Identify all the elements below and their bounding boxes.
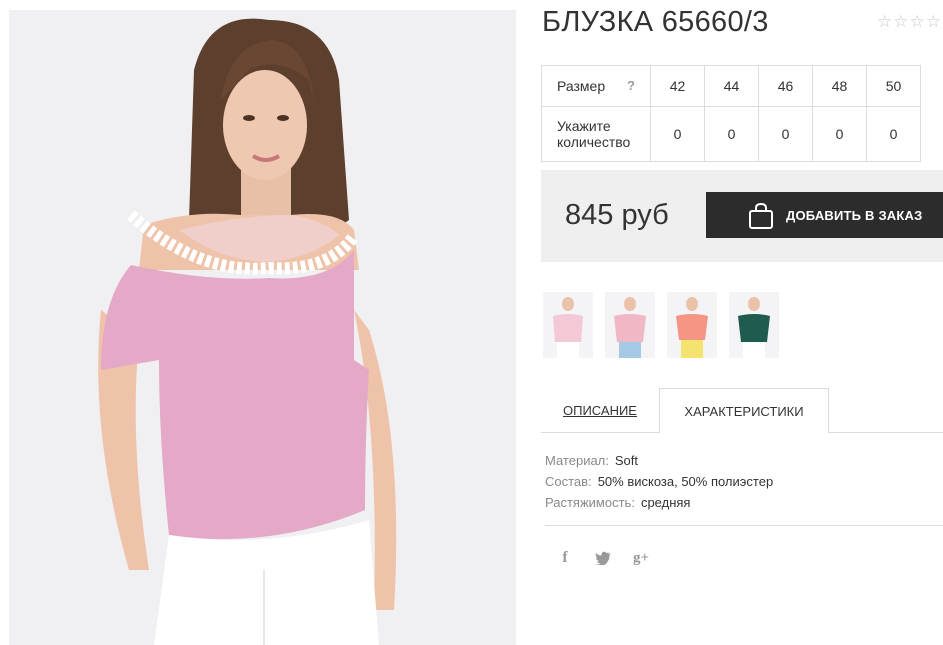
model-illustration [9, 10, 516, 645]
thumbnail[interactable] [667, 292, 717, 358]
size-table: Размер ? 42 44 46 48 50 Укажите количест… [541, 65, 921, 162]
quantity-input[interactable]: 0 [866, 106, 921, 162]
star-icon[interactable]: ☆ [877, 13, 892, 30]
product-tabs: ОПИСАНИЕ ХАРАКТЕРИСТИКИ [541, 388, 943, 434]
spec-row: Материал: Soft [545, 450, 773, 471]
thumbnail-image [605, 292, 655, 358]
size-option: 50 [866, 65, 921, 107]
add-to-order-button[interactable]: ДОБАВИТЬ В ЗАКАЗ [706, 192, 943, 238]
spec-value: средняя [640, 495, 691, 510]
spec-value: 50% вискоза, 50% полиэстер [597, 474, 774, 489]
spec-key: Состав: [545, 474, 592, 489]
quantity-row: Укажите количество 0 0 0 0 0 [541, 106, 921, 162]
spec-key: Материал: [545, 453, 609, 468]
size-option: 44 [704, 65, 759, 107]
thumbnail[interactable] [605, 292, 655, 358]
quantity-label-cell: Укажите количество [541, 106, 651, 162]
facebook-icon[interactable]: f [555, 548, 575, 568]
help-icon[interactable]: ? [627, 78, 635, 93]
social-share: f g+ [555, 548, 651, 568]
star-icon[interactable]: ☆ [910, 13, 925, 30]
size-option: 46 [758, 65, 813, 107]
size-label: Размер [557, 78, 606, 94]
product-title: БЛУЗКА 65660/3 [542, 6, 769, 38]
thumbnail[interactable] [729, 292, 779, 358]
twitter-icon[interactable] [593, 548, 613, 568]
quantity-input[interactable]: 0 [704, 106, 759, 162]
google-plus-icon[interactable]: g+ [631, 548, 651, 568]
thumbnail-gallery [543, 292, 779, 358]
star-icon[interactable]: ☆ [893, 13, 908, 30]
product-specs: Материал: Soft Состав: 50% вискоза, 50% по… [545, 450, 773, 513]
tab-characteristics[interactable]: ХАРАКТЕРИСТИКИ [659, 388, 829, 434]
add-to-order-label: ДОБАВИТЬ В ЗАКАЗ [786, 207, 923, 223]
size-option: 48 [812, 65, 867, 107]
twitter-bird-icon [595, 551, 611, 565]
quantity-label-line1: Укажите [557, 118, 611, 134]
price: 845 руб [565, 199, 669, 231]
thumbnail-image [729, 292, 779, 358]
spec-key: Растяжимость: [545, 495, 635, 510]
spec-value: Soft [614, 453, 639, 468]
thumbnail[interactable] [543, 292, 593, 358]
spec-row: Состав: 50% вискоза, 50% полиэстер [545, 471, 773, 492]
thumbnail-image [667, 292, 717, 358]
quantity-label-line2: количество [557, 134, 631, 150]
quantity-input[interactable]: 0 [758, 106, 813, 162]
rating-stars[interactable]: ☆ ☆ ☆ ☆ ☆ [877, 13, 943, 30]
size-row: Размер ? 42 44 46 48 50 [541, 65, 921, 107]
spec-row: Растяжимость: средняя [545, 492, 773, 513]
quantity-input[interactable]: 0 [812, 106, 867, 162]
quantity-input[interactable]: 0 [650, 106, 705, 162]
shopping-bag-icon [749, 202, 773, 229]
tab-description[interactable]: ОПИСАНИЕ [541, 388, 659, 433]
product-page: БЛУЗКА 65660/3 ☆ ☆ ☆ ☆ ☆ Размер ? 42 44 … [0, 0, 943, 645]
thumbnail-image [543, 292, 593, 358]
divider [545, 525, 943, 526]
price-panel: 845 руб ДОБАВИТЬ В ЗАКАЗ [541, 170, 943, 262]
size-option: 42 [650, 65, 705, 107]
size-label-cell: Размер ? [541, 65, 651, 107]
star-icon[interactable]: ☆ [926, 13, 941, 30]
main-product-image[interactable] [9, 10, 516, 645]
